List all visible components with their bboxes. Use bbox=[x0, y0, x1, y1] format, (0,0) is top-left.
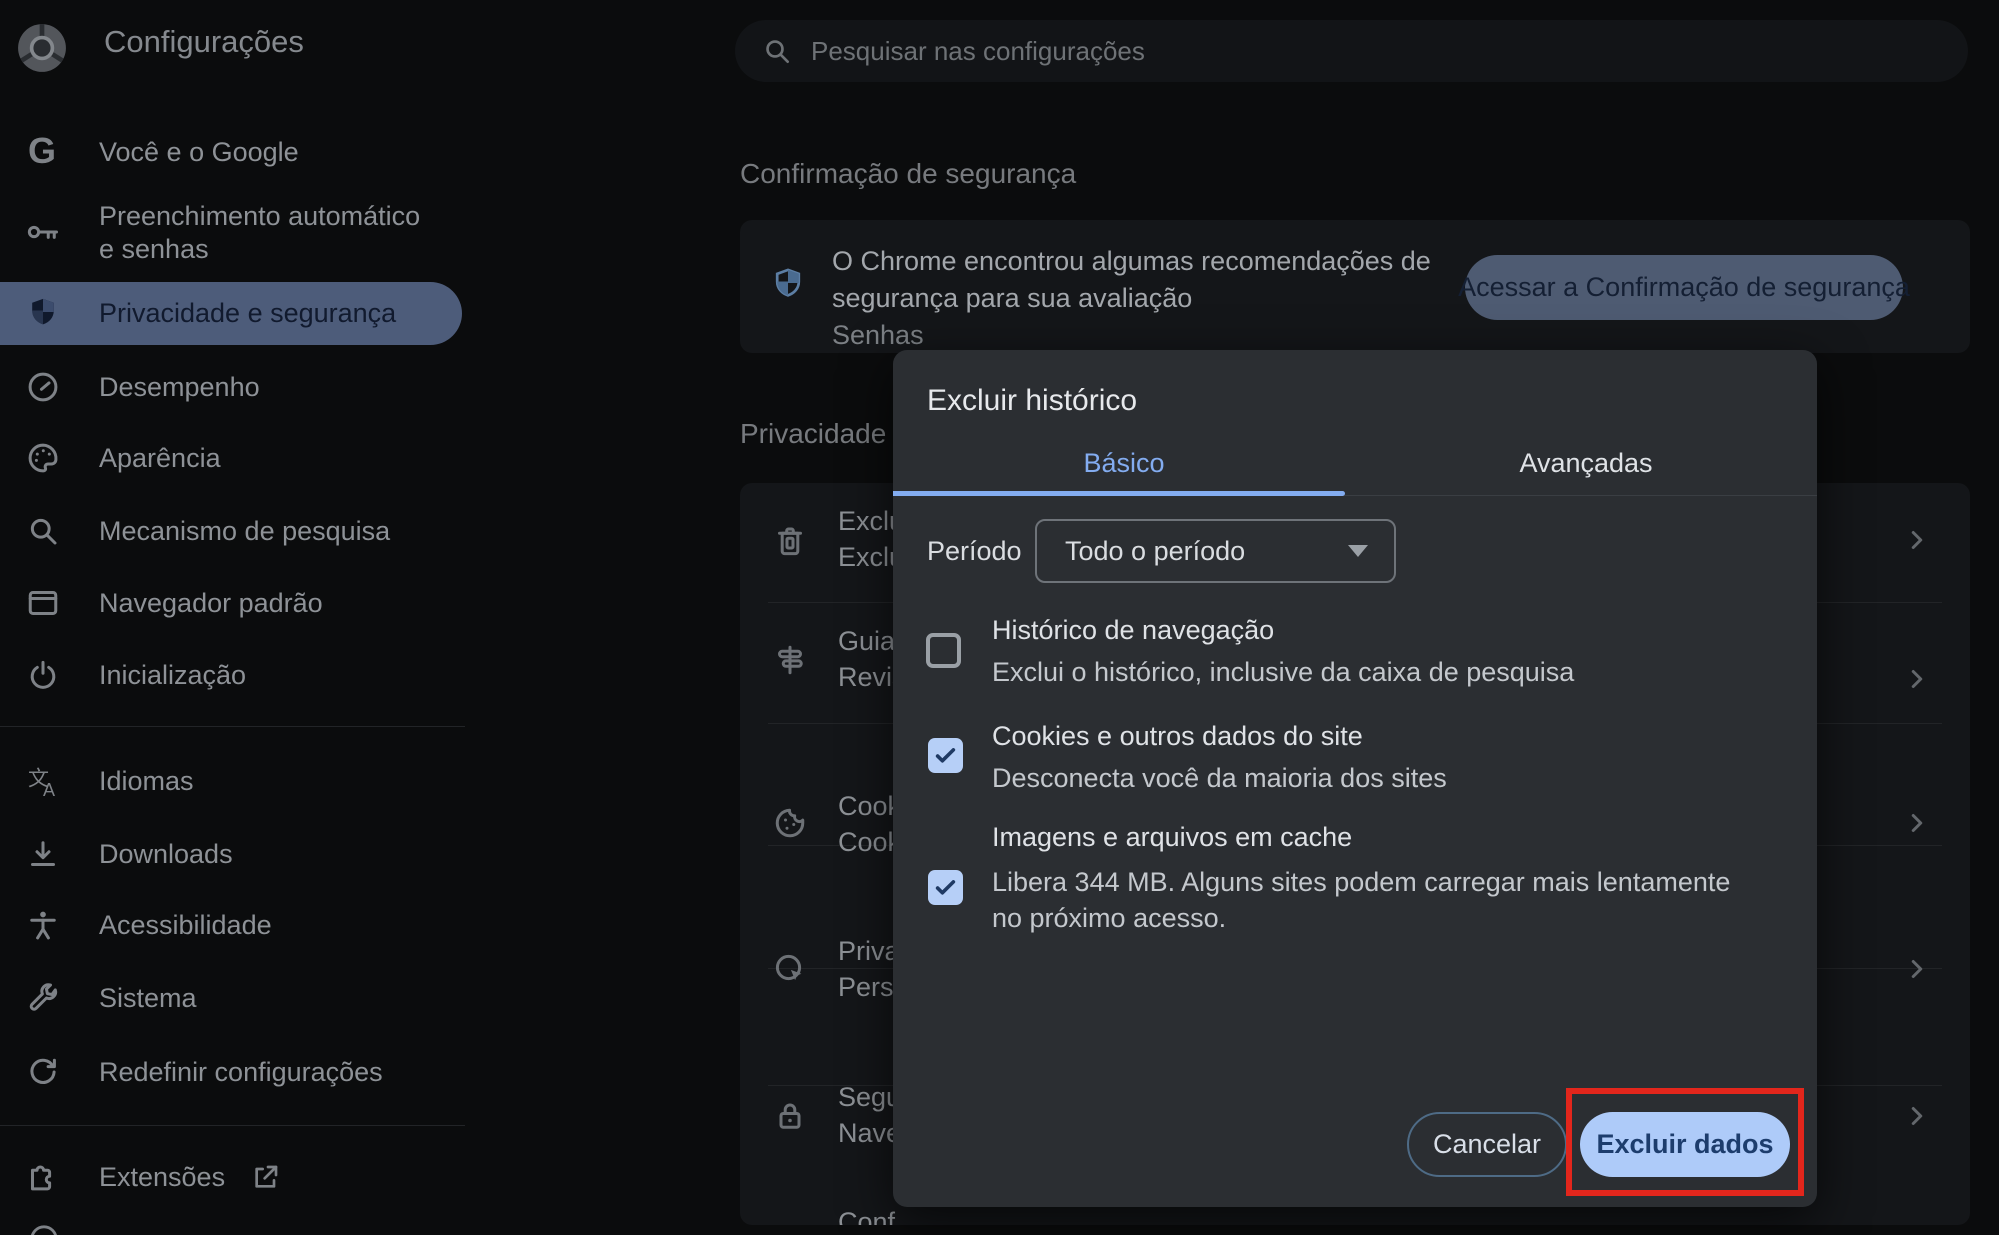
dialog-title: Excluir histórico bbox=[927, 384, 1137, 418]
sidebar-item-sistema[interactable]: Sistema bbox=[0, 962, 462, 1034]
sidebar-item-privacidade[interactable]: Privacidade e segurança bbox=[0, 282, 462, 345]
tab-active-underline bbox=[893, 491, 1345, 496]
sidebar-item-acessibilidade[interactable]: Acessibilidade bbox=[0, 889, 462, 961]
sidebar-item-redefinir[interactable]: Redefinir configurações bbox=[0, 1036, 462, 1108]
sidebar-item-mecanismo[interactable]: Mecanismo de pesquisa bbox=[0, 495, 462, 567]
sidebar: Configurações G Você e o Google Preenchi… bbox=[0, 0, 465, 1235]
power-icon bbox=[25, 657, 61, 698]
chevron-right-icon bbox=[1902, 525, 1932, 560]
sidebar-divider bbox=[0, 1125, 465, 1126]
search-icon bbox=[761, 35, 793, 67]
checkbox-unchecked[interactable] bbox=[926, 633, 961, 668]
signpost-icon bbox=[772, 642, 808, 683]
speedometer-icon bbox=[25, 369, 61, 410]
cookie-icon bbox=[772, 805, 808, 846]
checkbox-row-cache[interactable]: Imagens e arquivos em cache Libera 344 M… bbox=[893, 822, 1817, 952]
chevron-right-icon bbox=[1902, 808, 1932, 843]
external-link-icon[interactable] bbox=[250, 1161, 282, 1198]
period-dropdown[interactable]: Todo o período bbox=[1035, 519, 1396, 583]
reset-icon bbox=[25, 1054, 61, 1095]
chevron-down-icon bbox=[1348, 545, 1368, 557]
settings-search-bar[interactable] bbox=[735, 20, 1968, 82]
chrome-logo-icon bbox=[16, 22, 68, 79]
checkbox-title: Imagens e arquivos em cache bbox=[992, 822, 1352, 853]
checkbox-subtitle: Libera 344 MB. Alguns sites podem carreg… bbox=[992, 864, 1742, 936]
sidebar-divider bbox=[0, 726, 465, 727]
settings-title: Configurações bbox=[104, 24, 304, 60]
security-card: O Chrome encontrou algumas recomendações… bbox=[740, 220, 1970, 353]
checkbox-row-historico[interactable]: Histórico de navegação Exclui o históric… bbox=[893, 615, 1817, 710]
sidebar-item-navegador[interactable]: Navegador padrão bbox=[0, 567, 462, 639]
checkbox-row-cookies[interactable]: Cookies e outros dados do site Desconect… bbox=[893, 721, 1817, 816]
tab-basico[interactable]: Básico bbox=[893, 448, 1355, 494]
checkbox-checked[interactable] bbox=[928, 738, 963, 773]
sidebar-item-inicializacao[interactable]: Inicialização bbox=[0, 639, 462, 711]
checkbox-subtitle: Desconecta você da maioria dos sites bbox=[992, 763, 1447, 794]
sidebar-item-voce-e-o-google[interactable]: G Você e o Google bbox=[0, 116, 462, 188]
highlight-rectangle bbox=[1566, 1088, 1804, 1196]
sidebar-item-desempenho[interactable]: Desempenho bbox=[0, 351, 462, 423]
checkbox-subtitle: Exclui o histórico, inclusive da caixa d… bbox=[992, 657, 1574, 688]
google-g-icon: G bbox=[28, 130, 56, 172]
browser-icon bbox=[25, 585, 61, 626]
wrench-icon bbox=[25, 980, 61, 1021]
period-label: Período bbox=[927, 536, 1022, 567]
chrome-settings-window: Configurações G Você e o Google Preenchi… bbox=[0, 0, 1999, 1235]
translate-icon: 文 A bbox=[25, 763, 61, 804]
sidebar-item-preenchimento[interactable]: Preenchimento automático e senhas bbox=[0, 196, 462, 268]
search-input[interactable] bbox=[809, 35, 1968, 68]
chevron-right-icon bbox=[1902, 664, 1932, 699]
security-checkup-button[interactable]: Acessar a Confirmação de segurança bbox=[1465, 255, 1903, 320]
palette-icon bbox=[25, 440, 61, 481]
checkbox-checked[interactable] bbox=[928, 870, 963, 905]
checkbox-title: Cookies e outros dados do site bbox=[992, 721, 1363, 752]
svg-text:A: A bbox=[43, 780, 55, 799]
security-card-subtitle: Senhas bbox=[832, 317, 1431, 354]
puzzle-icon bbox=[25, 1159, 61, 1200]
shield-half-icon bbox=[770, 266, 806, 307]
sidebar-item-downloads[interactable]: Downloads bbox=[0, 818, 462, 890]
sidebar-item-extensoes[interactable]: Extensões bbox=[0, 1141, 462, 1213]
checkbox-title: Histórico de navegação bbox=[992, 615, 1274, 646]
accessibility-icon bbox=[25, 907, 61, 948]
trash-icon bbox=[772, 522, 808, 563]
clear-browsing-data-dialog: Excluir histórico Básico Avançadas Perío… bbox=[893, 350, 1817, 1207]
download-icon bbox=[25, 836, 61, 877]
tab-avancadas[interactable]: Avançadas bbox=[1355, 448, 1817, 494]
search-icon bbox=[25, 513, 61, 554]
key-icon bbox=[25, 214, 61, 255]
sidebar-item-aparencia[interactable]: Aparência bbox=[0, 422, 462, 494]
cancel-button[interactable]: Cancelar bbox=[1407, 1112, 1567, 1177]
info-icon bbox=[27, 1222, 61, 1235]
sidebar-item-idiomas[interactable]: 文 A Idiomas bbox=[0, 745, 462, 817]
security-section-title: Confirmação de segurança bbox=[740, 158, 1076, 190]
security-card-text: O Chrome encontrou algumas recomendações… bbox=[832, 243, 1431, 354]
shield-icon bbox=[25, 295, 61, 336]
period-dropdown-value: Todo o período bbox=[1065, 536, 1348, 567]
